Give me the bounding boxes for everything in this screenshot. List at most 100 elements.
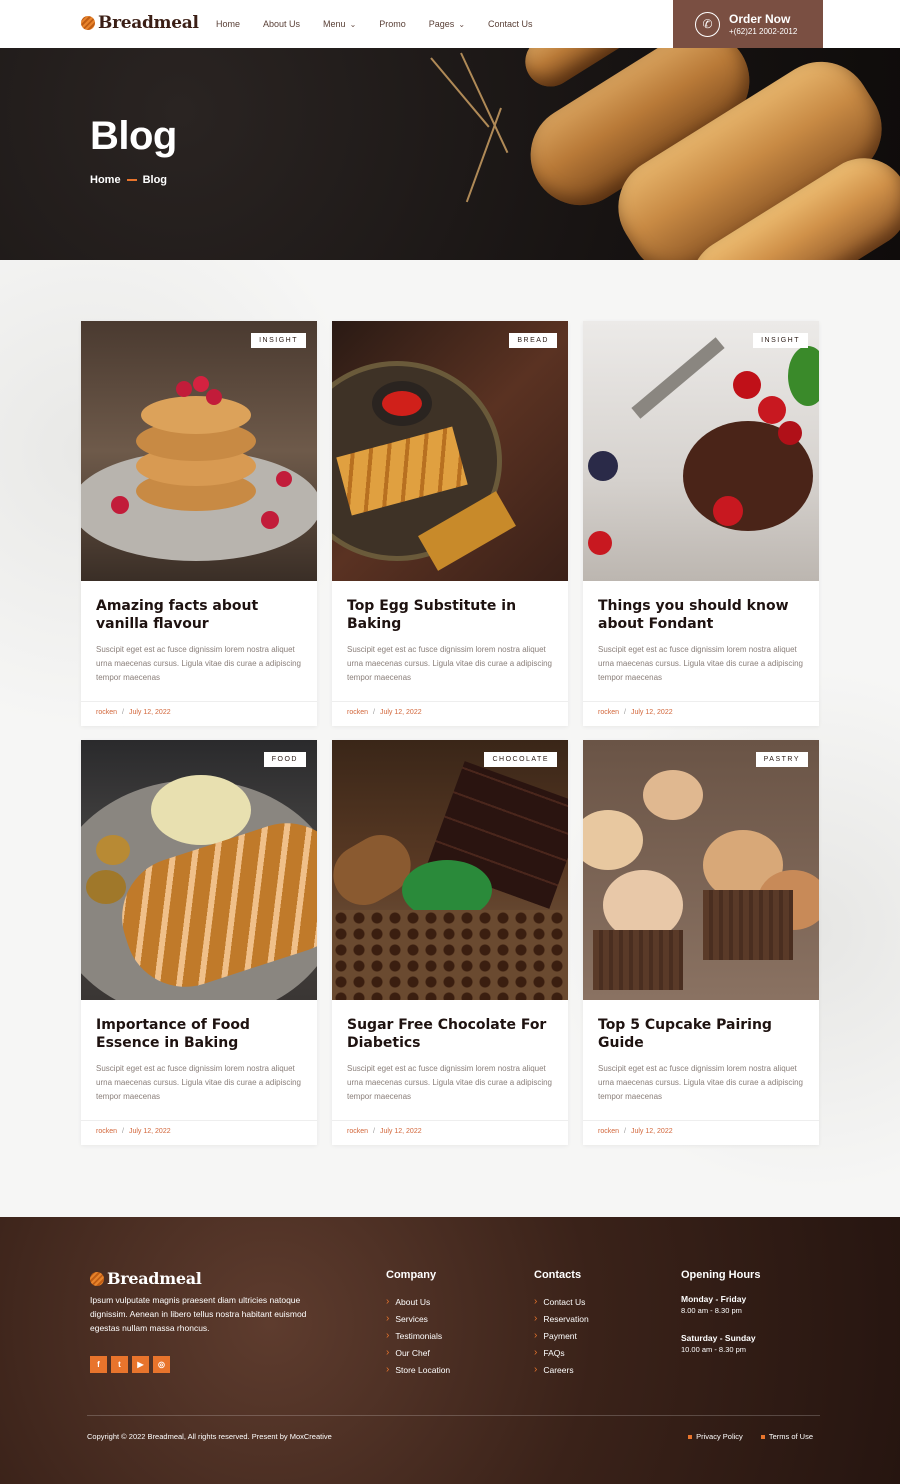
link-label: Terms of Use [768,1432,813,1441]
footer-column-title: Contacts [534,1269,582,1281]
nav-label: Pages [428,19,455,29]
fondant-image[interactable]: INSIGHT [583,321,819,581]
footer-link[interactable]: › FAQs [534,1344,589,1361]
meta-separator: / [624,1128,626,1135]
mint-leaf-shape [788,346,819,406]
nav-promo[interactable]: Promo [379,19,406,29]
instagram-icon[interactable]: ◎ [153,1356,170,1373]
nav-contact-us[interactable]: Contact Us [488,19,533,29]
cupcake-image[interactable]: PASTRY [583,740,819,1000]
footer-company-column: Company › About Us › Services › Testimonial… [386,1269,450,1378]
blog-card[interactable]: INSIGHT Things you should know about Fon… [583,321,819,726]
footer-link[interactable]: › Our Chef [386,1344,450,1361]
card-divider [583,1120,819,1121]
blog-card[interactable]: BREAD Top Egg Substitute in Baking Susci… [332,321,568,726]
raspberry-shape [276,471,292,487]
blog-card[interactable]: INSIGHT Amazing facts about vanilla flav… [81,321,317,726]
terms-of-use-link[interactable]: Terms of Use [760,1432,813,1441]
post-date[interactable]: July 12, 2022 [631,709,673,716]
order-text: Order Now +(62)21 2002-2012 [729,12,797,37]
raspberry-shape [176,381,192,397]
category-badge[interactable]: INSIGHT [753,333,808,348]
card-divider [81,1120,317,1121]
footer-link[interactable]: › Store Location [386,1361,450,1378]
breadcrumb-home[interactable]: Home [90,174,121,186]
post-author[interactable]: rocken [96,1128,117,1135]
post-title[interactable]: Things you should know about Fondant [598,597,810,633]
footer-column-title: Opening Hours [681,1269,761,1281]
post-date[interactable]: July 12, 2022 [631,1128,673,1135]
post-author[interactable]: rocken [598,1128,619,1135]
blog-card[interactable]: FOOD Importance of Food Essence in Bakin… [81,740,317,1145]
post-date[interactable]: July 12, 2022 [129,709,171,716]
chevron-right-icon: › [534,1364,538,1375]
order-now-button[interactable]: ✆ Order Now +(62)21 2002-2012 [673,0,823,48]
meta-separator: / [373,1128,375,1135]
pancake-image[interactable]: INSIGHT [81,321,317,581]
breadcrumb-separator [126,179,137,181]
post-author[interactable]: rocken [96,709,117,716]
post-date[interactable]: July 12, 2022 [380,709,422,716]
nav-home[interactable]: Home [216,19,240,29]
chevron-right-icon: › [386,1313,390,1324]
post-title[interactable]: Top 5 Cupcake Pairing Guide [598,1016,810,1052]
category-badge[interactable]: BREAD [509,333,557,348]
footer-link[interactable]: › Testimonials [386,1327,450,1344]
footer-link[interactable]: › Reservation [534,1310,589,1327]
potato-shape [96,835,130,865]
post-title[interactable]: Amazing facts about vanilla flavour [96,597,308,633]
youtube-icon[interactable]: ▶ [132,1356,149,1373]
chevron-right-icon: › [534,1330,538,1341]
link-label: Testimonials [395,1330,443,1341]
category-badge[interactable]: PASTRY [755,752,808,767]
post-title[interactable]: Sugar Free Chocolate For Diabetics [347,1016,559,1052]
nav-menu[interactable]: Menu ⌄ [323,19,356,29]
post-author[interactable]: rocken [598,709,619,716]
brand-logo[interactable]: Breadmeal [81,13,199,33]
nav-pages[interactable]: Pages ⌄ [429,19,465,29]
link-label: Reservation [543,1313,589,1324]
chocolate-image[interactable]: CHOCOLATE [332,740,568,1000]
footer-contacts-column: Contacts › Contact Us › Reservation › Payme… [534,1269,589,1378]
blog-card[interactable]: CHOCOLATE Sugar Free Chocolate For Diabe… [332,740,568,1145]
post-title[interactable]: Top Egg Substitute in Baking [347,597,559,633]
post-author[interactable]: rocken [347,1128,368,1135]
twitter-icon[interactable]: t [111,1356,128,1373]
food-essence-image[interactable]: FOOD [81,740,317,1000]
footer-logo[interactable]: Breadmeal [90,1269,202,1288]
egg-substitute-image[interactable]: BREAD [332,321,568,581]
nav-about-us[interactable]: About Us [263,19,300,29]
nav-label: Menu [323,19,346,29]
raspberry-shape [111,496,129,514]
post-date[interactable]: July 12, 2022 [380,1128,422,1135]
footer-link[interactable]: › Payment [534,1327,589,1344]
order-title: Order Now [729,11,791,26]
footer-link[interactable]: › About Us [386,1293,450,1310]
cupcake-liner-shape [703,890,793,960]
category-badge[interactable]: FOOD [263,752,306,767]
meta-separator: / [373,709,375,716]
copyright-text: Copyright © 2022 Breadmeal, All rights r… [87,1432,332,1441]
footer-link[interactable]: › Contact Us [534,1293,589,1310]
post-author[interactable]: rocken [347,709,368,716]
category-badge[interactable]: CHOCOLATE [484,752,557,767]
link-label: Our Chef [395,1347,430,1358]
chevron-right-icon: › [534,1313,538,1324]
cupcake-frosting-shape [643,770,703,820]
facebook-icon[interactable]: f [90,1356,107,1373]
footer-link[interactable]: › Services [386,1310,450,1327]
site-header: Breadmeal Home About Us Menu ⌄ Promo Page… [0,0,900,48]
fork-shape [631,337,725,419]
nav-label: Home [216,19,241,29]
social-links: f t ▶ ◎ [90,1356,170,1373]
privacy-policy-link[interactable]: Privacy Policy [688,1432,743,1441]
post-date[interactable]: July 12, 2022 [129,1128,171,1135]
weekend-time: 10.00 am - 8.30 pm [681,1345,747,1354]
chevron-right-icon: › [386,1296,390,1307]
footer-link[interactable]: › Careers [534,1361,589,1378]
page-title: Blog [90,114,177,158]
category-badge[interactable]: INSIGHT [251,333,306,348]
post-title[interactable]: Importance of Food Essence in Baking [96,1016,308,1052]
blog-card[interactable]: PASTRY Top 5 Cupcake Pairing Guide Susci… [583,740,819,1145]
cherry-shape [588,531,612,555]
